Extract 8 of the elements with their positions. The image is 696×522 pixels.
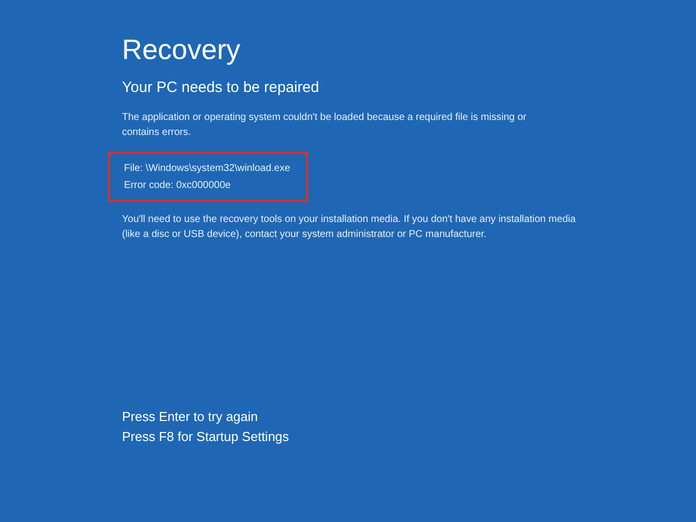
key-prompt: Press Enter to try again	[122, 408, 258, 425]
error-detail: File: \Windows\system32\winload.exe	[124, 162, 290, 176]
error-detail: Error code: 0xc000000e	[124, 179, 231, 193]
error-message: The application or operating system couldn't be loaded because a required file is missing or contains errors.	[122, 111, 528, 140]
screen-title: Recovery	[122, 33, 240, 67]
subtitle: Your PC needs to be repaired	[122, 78, 320, 98]
advice-text: You'll need to use the recovery tools on your installation media. If you don't have any installation media (like a disc or USB device), contact your system administrator or PC manufacturer.	[122, 213, 577, 242]
key-prompt: Press F8 for Startup Settings	[122, 428, 289, 445]
